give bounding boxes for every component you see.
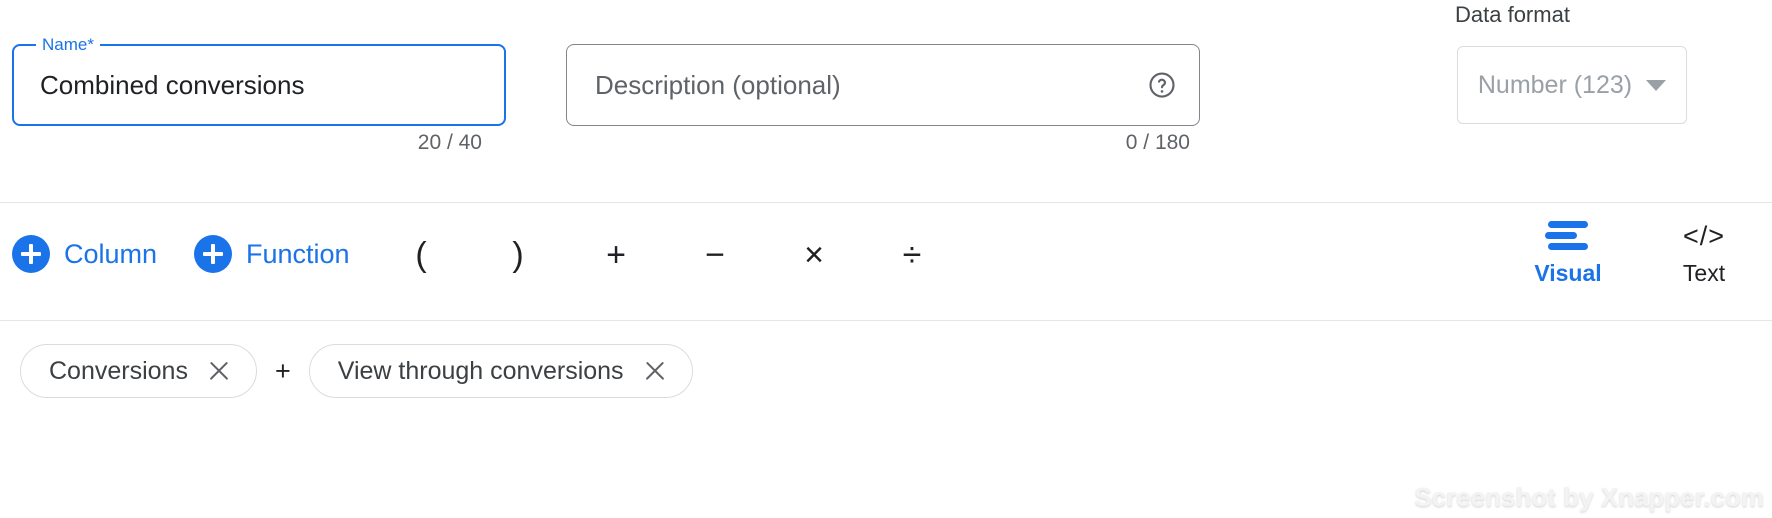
plus-circle-icon — [12, 235, 50, 273]
description-field[interactable]: Description (optional) — [566, 44, 1200, 126]
formula-chip[interactable]: Conversions — [20, 344, 257, 398]
watermark: Screenshot by Xnapper.com — [1414, 482, 1764, 512]
help-circle-icon[interactable] — [1147, 70, 1177, 100]
name-input[interactable]: Combined conversions — [40, 70, 304, 100]
view-mode-toggle: Visual </> Text — [1522, 221, 1750, 286]
formula-chip[interactable]: View through conversions — [308, 344, 693, 398]
align-bars-icon — [1545, 221, 1591, 251]
fields-row: Name* Combined conversions 20 / 40 Descr… — [0, 0, 1772, 202]
formula-toolbar: Column Function ( ) + − × ÷ Visual </> T… — [0, 203, 1772, 320]
tab-text-label: Text — [1682, 260, 1726, 286]
close-icon[interactable] — [206, 358, 232, 384]
description-character-counter: 0 / 180 — [1125, 131, 1190, 154]
description-input[interactable]: Description (optional) — [595, 70, 841, 100]
operator-divide-button[interactable]: ÷ — [886, 229, 938, 281]
chevron-down-icon — [1646, 79, 1667, 91]
operator-paren-close-button[interactable]: ) — [492, 229, 544, 281]
add-function-label: Function — [246, 239, 350, 269]
formula-chip-label: Conversions — [49, 357, 188, 385]
formula-chip-label: View through conversions — [337, 357, 624, 385]
operator-paren-open-button[interactable]: ( — [395, 229, 447, 281]
plus-circle-icon — [194, 235, 232, 273]
add-column-button[interactable]: Column — [12, 235, 157, 273]
add-function-button[interactable]: Function — [194, 235, 350, 273]
close-icon[interactable] — [642, 358, 668, 384]
name-field[interactable]: Name* Combined conversions — [12, 35, 506, 126]
data-format-select[interactable]: Number (123) — [1457, 46, 1687, 124]
tab-visual-label: Visual — [1534, 260, 1602, 286]
operator-multiply-button[interactable]: × — [788, 229, 840, 281]
tab-text[interactable]: </> Text — [1658, 221, 1750, 286]
code-brackets-icon: </> — [1682, 220, 1726, 251]
data-format-value: Number (123) — [1477, 71, 1633, 99]
tab-visual[interactable]: Visual — [1522, 221, 1614, 286]
data-format-label: Data format — [1455, 2, 1570, 27]
add-column-label: Column — [64, 239, 158, 269]
formula-operator: + — [274, 356, 291, 386]
operator-minus-button[interactable]: − — [689, 229, 741, 281]
formula-chip-list: Conversions + View through conversions — [20, 344, 693, 398]
operator-plus-button[interactable]: + — [590, 229, 642, 281]
name-field-label: Name* — [36, 35, 100, 55]
name-character-counter: 20 / 40 — [417, 131, 482, 154]
